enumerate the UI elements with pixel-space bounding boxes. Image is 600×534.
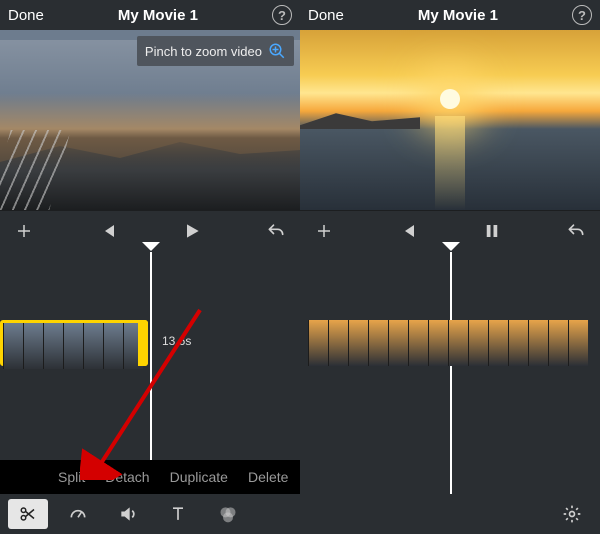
zoom-hint-label: Pinch to zoom video bbox=[145, 44, 262, 59]
help-button[interactable]: ? bbox=[572, 5, 592, 25]
skip-back-button[interactable] bbox=[396, 219, 420, 243]
playhead[interactable] bbox=[450, 252, 452, 494]
play-button[interactable] bbox=[180, 219, 204, 243]
volume-tool[interactable] bbox=[108, 499, 148, 529]
done-button[interactable]: Done bbox=[308, 7, 344, 24]
detach-button[interactable]: Detach bbox=[105, 469, 149, 485]
speed-tool[interactable] bbox=[58, 499, 98, 529]
add-media-button[interactable] bbox=[312, 219, 336, 243]
undo-button[interactable] bbox=[564, 219, 588, 243]
timeline[interactable] bbox=[300, 250, 600, 494]
split-button[interactable]: Split bbox=[58, 469, 85, 485]
editor-pane-left: Done My Movie 1 ? Pinch to zoom video 13… bbox=[0, 0, 300, 534]
clip-duration-label: 13.6s bbox=[162, 334, 191, 348]
timeline[interactable]: 13.6s bbox=[0, 250, 300, 494]
titles-tool[interactable] bbox=[158, 499, 198, 529]
undo-button[interactable] bbox=[264, 219, 288, 243]
video-preview[interactable]: Pinch to zoom video bbox=[0, 30, 300, 210]
zoom-hint: Pinch to zoom video bbox=[137, 36, 294, 66]
project-title: My Movie 1 bbox=[418, 7, 498, 24]
bottom-toolbar bbox=[300, 494, 600, 534]
settings-button[interactable] bbox=[552, 499, 592, 529]
add-media-button[interactable] bbox=[12, 219, 36, 243]
delete-button[interactable]: Delete bbox=[248, 469, 288, 485]
topbar: Done My Movie 1 ? bbox=[0, 0, 300, 30]
filters-tool[interactable] bbox=[208, 499, 248, 529]
bottom-toolbar bbox=[0, 494, 300, 534]
pause-button[interactable] bbox=[480, 219, 504, 243]
magnifier-plus-icon bbox=[268, 42, 286, 60]
duplicate-button[interactable]: Duplicate bbox=[170, 469, 228, 485]
editor-pane-right: Done My Movie 1 ? bbox=[300, 0, 600, 534]
clip-trim-handle[interactable] bbox=[138, 320, 148, 366]
timeline-clip[interactable] bbox=[308, 320, 592, 366]
scissors-tool[interactable] bbox=[8, 499, 48, 529]
topbar: Done My Movie 1 ? bbox=[300, 0, 600, 30]
skip-back-button[interactable] bbox=[96, 219, 120, 243]
help-button[interactable]: ? bbox=[272, 5, 292, 25]
playhead[interactable] bbox=[150, 252, 152, 494]
timeline-clip-selected[interactable] bbox=[0, 320, 148, 366]
done-button[interactable]: Done bbox=[8, 7, 44, 24]
project-title: My Movie 1 bbox=[118, 7, 198, 24]
clip-actions-bar: Split Detach Duplicate Delete bbox=[0, 460, 300, 494]
video-preview[interactable] bbox=[300, 30, 600, 210]
